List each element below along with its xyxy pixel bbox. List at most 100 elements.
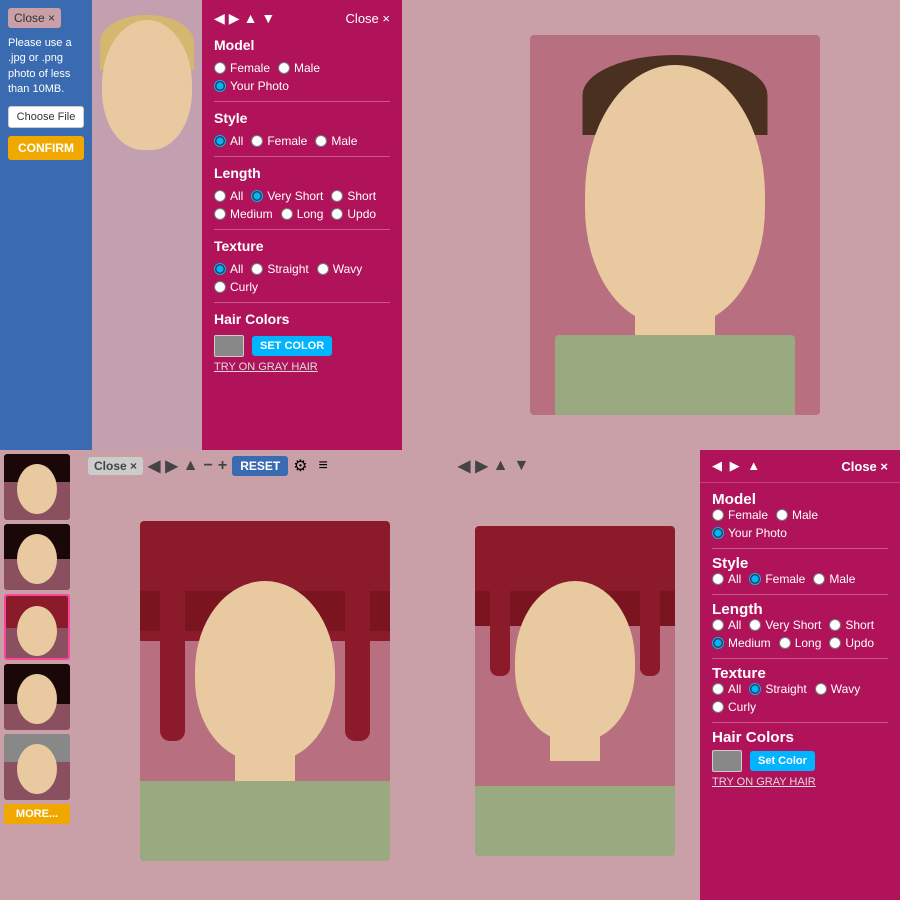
thumbnail-item[interactable] bbox=[4, 734, 70, 800]
br-texture-straight[interactable]: Straight bbox=[749, 682, 806, 696]
br-preview-photo bbox=[475, 526, 675, 856]
panel-top-left: ◀ ▶ ▲ ▼ Close × Model Female Male Your P… bbox=[202, 0, 402, 450]
arrow-left-br[interactable]: ◀ bbox=[458, 456, 470, 476]
plus-bl[interactable]: + bbox=[218, 457, 227, 475]
length-radio-group: All Very Short Short Medium Long Updo bbox=[214, 189, 390, 221]
style-all-option[interactable]: All bbox=[214, 134, 243, 148]
close-button-bl[interactable]: Close × bbox=[88, 457, 143, 475]
close-button-sidebar[interactable]: Close × bbox=[8, 8, 61, 28]
big-photo-placeholder bbox=[530, 35, 820, 415]
hamburger-icon-bl[interactable]: ≡ bbox=[319, 457, 328, 475]
br-length-updo[interactable]: Updo bbox=[829, 636, 874, 650]
minus-bl[interactable]: − bbox=[204, 457, 213, 475]
model-female-option[interactable]: Female bbox=[214, 61, 270, 75]
br-length-veryshort[interactable]: Very Short bbox=[749, 618, 821, 632]
model-section-title: Model bbox=[214, 37, 390, 53]
br-style-female[interactable]: Female bbox=[749, 572, 805, 586]
arrow-right-icon[interactable]: ▶ bbox=[229, 10, 240, 27]
br-texture-curly[interactable]: Curly bbox=[712, 700, 756, 714]
br-panel-header: ◀ ▶ ▲ Close × bbox=[700, 450, 900, 483]
style-male-option[interactable]: Male bbox=[315, 134, 357, 148]
br-face bbox=[515, 581, 635, 741]
set-color-button[interactable]: SET COLOR bbox=[252, 336, 332, 356]
more-button[interactable]: MORE... bbox=[4, 804, 70, 824]
style-female-option[interactable]: Female bbox=[251, 134, 307, 148]
br-try-gray-button[interactable]: TRY ON GRAY HAIR bbox=[712, 776, 816, 788]
br-hair-right bbox=[640, 536, 660, 676]
gear-icon-bl[interactable]: ⚙ bbox=[293, 456, 307, 476]
arrow-right-bl[interactable]: ▶ bbox=[165, 456, 177, 476]
model-yourphoto-option[interactable]: Your Photo bbox=[214, 79, 289, 93]
br-length-short[interactable]: Short bbox=[829, 618, 874, 632]
arrow-down-icon[interactable]: ▼ bbox=[261, 10, 275, 27]
quadrant-bottom-right: ◀ ▶ ▲ ▼ ◀ ▶ ▲ Close × bbox=[450, 450, 900, 900]
texture-straight-option[interactable]: Straight bbox=[251, 262, 308, 276]
texture-curly-option[interactable]: Curly bbox=[214, 280, 258, 294]
close-button-br-panel[interactable]: Close × bbox=[841, 459, 888, 474]
br-style-male[interactable]: Male bbox=[813, 572, 855, 586]
br-texture-group: All Straight Wavy Curly bbox=[712, 682, 888, 714]
thumbnail-item-active[interactable] bbox=[4, 594, 70, 660]
arrow-up-icon[interactable]: ▲ bbox=[244, 10, 258, 27]
length-updo-option[interactable]: Updo bbox=[331, 207, 376, 221]
br-model-yourphoto[interactable]: Your Photo bbox=[712, 526, 787, 540]
arrow-up-br[interactable]: ▲ bbox=[493, 457, 509, 475]
length-medium-option[interactable]: Medium bbox=[214, 207, 273, 221]
br-preview-area: ◀ ▶ ▲ ▼ bbox=[450, 450, 700, 900]
br-texture-all[interactable]: All bbox=[712, 682, 741, 696]
length-long-option[interactable]: Long bbox=[281, 207, 324, 221]
choose-file-button[interactable]: Choose File bbox=[8, 106, 84, 128]
length-all-option[interactable]: All bbox=[214, 189, 243, 203]
thumbnail-item[interactable] bbox=[4, 454, 70, 520]
arrow-left-icon-br[interactable]: ◀ bbox=[712, 458, 722, 473]
br-style-all[interactable]: All bbox=[712, 572, 741, 586]
arrow-up-icon-br[interactable]: ▲ bbox=[747, 458, 760, 473]
model-photo-area bbox=[92, 0, 202, 450]
hair-colors-row: SET COLOR bbox=[214, 335, 390, 357]
texture-all-option[interactable]: All bbox=[214, 262, 243, 276]
model-face bbox=[102, 20, 192, 150]
confirm-button[interactable]: CONFIRM bbox=[8, 136, 84, 160]
bl-main-area: Close × ◀ ▶ ▲ − + RESET ⚙ ≡ bbox=[80, 450, 450, 900]
reset-button-bl[interactable]: RESET bbox=[232, 456, 288, 476]
color-swatch[interactable] bbox=[214, 335, 244, 357]
br-model-female[interactable]: Female bbox=[712, 508, 768, 522]
arrow-right-br[interactable]: ▶ bbox=[475, 456, 487, 476]
br-length-long[interactable]: Long bbox=[779, 636, 822, 650]
arrow-right-icon-br[interactable]: ▶ bbox=[730, 458, 740, 473]
texture-radio-group: All Straight Wavy Curly bbox=[214, 262, 390, 294]
br-preview-photo-area bbox=[450, 482, 700, 900]
haircolors-section-title: Hair Colors bbox=[214, 311, 390, 327]
br-color-swatch[interactable] bbox=[712, 750, 742, 772]
length-short-option[interactable]: Short bbox=[331, 189, 376, 203]
length-veryshort-option[interactable]: Very Short bbox=[251, 189, 323, 203]
br-hair-left bbox=[490, 536, 510, 676]
arrow-up-bl[interactable]: ▲ bbox=[183, 457, 199, 475]
model-male-option[interactable]: Male bbox=[278, 61, 320, 75]
preview-hair-sides-left bbox=[160, 581, 185, 741]
br-set-color-button[interactable]: Set Color bbox=[750, 751, 815, 771]
quadrant-bottom-left: MORE... Close × ◀ ▶ ▲ − + RESET ⚙ ≡ bbox=[0, 450, 450, 900]
preview-face bbox=[195, 581, 335, 761]
thumbnail-item[interactable] bbox=[4, 664, 70, 730]
arrow-left-bl[interactable]: ◀ bbox=[148, 456, 160, 476]
preview-turtleneck bbox=[140, 781, 390, 861]
br-nav-arrows: ◀ ▶ ▲ bbox=[712, 458, 760, 474]
br-turtleneck bbox=[475, 786, 675, 856]
close-button-panel[interactable]: Close × bbox=[346, 11, 390, 26]
br-panel: ◀ ▶ ▲ Close × Model Female Male Your Pho… bbox=[700, 450, 900, 900]
br-length-all[interactable]: All bbox=[712, 618, 741, 632]
thumbnail-item[interactable] bbox=[4, 524, 70, 590]
br-texture-title: Texture bbox=[712, 665, 888, 682]
preview-neck bbox=[235, 741, 295, 781]
style-radio-group: All Female Male bbox=[214, 134, 390, 148]
texture-wavy-option[interactable]: Wavy bbox=[317, 262, 363, 276]
br-length-medium[interactable]: Medium bbox=[712, 636, 771, 650]
br-texture-wavy[interactable]: Wavy bbox=[815, 682, 861, 696]
arrow-down-br[interactable]: ▼ bbox=[513, 457, 529, 475]
try-gray-button[interactable]: TRY ON GRAY HAIR bbox=[214, 361, 318, 373]
hint-text: Please use a .jpg or .png photo of less … bbox=[8, 36, 84, 98]
quadrant-top-left: Close × Please use a .jpg or .png photo … bbox=[0, 0, 450, 450]
br-model-male[interactable]: Male bbox=[776, 508, 818, 522]
arrow-left-icon[interactable]: ◀ bbox=[214, 10, 225, 27]
